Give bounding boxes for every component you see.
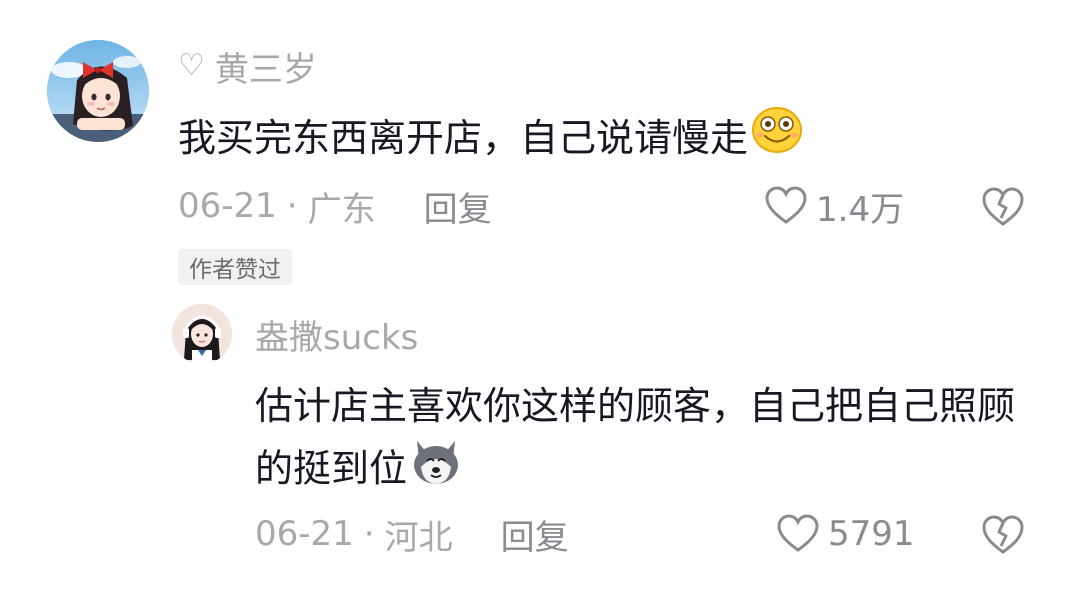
reply-comment-like-button[interactable]: 5791 [776, 510, 915, 558]
broken-heart-icon [982, 187, 1024, 226]
main-comment-body: 我买完东西离开店，自己说请慢走 [178, 115, 749, 160]
main-comment-meta: 06-21 · 广东 回复 [178, 182, 492, 230]
reply-comment-username[interactable]: 盎撒sucks [255, 310, 418, 359]
reply-comment-meta: 06-21 · 河北 回复 [255, 510, 569, 558]
meta-separator: · [286, 186, 298, 226]
grinning-face-emoji-icon [750, 105, 804, 164]
husky-dog-emoji-icon [409, 437, 463, 505]
reply-comment-dislike-button[interactable] [980, 512, 1026, 558]
main-comment-username[interactable]: 黄三岁 [215, 42, 317, 91]
reply-comment-reply-button[interactable]: 回复 [501, 510, 569, 559]
main-comment-location: 广东 [307, 189, 376, 230]
reply-comment-like-count: 5791 [828, 514, 915, 554]
main-comment-like-button[interactable]: 1.4万 [764, 182, 904, 230]
main-comment-text: 我买完东西离开店，自己说请慢走 [178, 106, 804, 160]
avatar-reply-commenter[interactable] [172, 304, 232, 364]
anime-girl-avatar-icon [47, 40, 149, 142]
main-comment-like-count: 1.4万 [816, 189, 905, 230]
main-comment-dislike-button[interactable] [980, 184, 1026, 230]
heart-outline-icon [765, 186, 807, 224]
meta-separator: · [363, 514, 375, 554]
broken-heart-icon [982, 515, 1024, 554]
girl-with-headphones-avatar-icon [172, 304, 232, 364]
reply-comment-date: 06-21 [255, 514, 354, 554]
avatar-main-commenter[interactable] [47, 40, 149, 142]
reply-comment-location: 河北 [384, 517, 453, 558]
heart-outline-icon: ♡ [178, 48, 205, 83]
reply-comment-text: 估计店主喜欢你这样的顾客，自己把自己照顾的挺到位 [255, 375, 1045, 505]
main-comment-author[interactable]: ♡ 黄三岁 [178, 42, 317, 90]
main-comment-date: 06-21 [178, 186, 277, 226]
reply-comment-body: 估计店主喜欢你这样的顾客，自己把自己照顾的挺到位 [255, 384, 1016, 491]
heart-outline-icon [777, 514, 819, 552]
author-liked-badge: 作者赞过 [178, 249, 292, 285]
reply-comment-author[interactable]: 盎撒sucks [255, 310, 418, 358]
main-comment-reply-button[interactable]: 回复 [424, 182, 492, 231]
